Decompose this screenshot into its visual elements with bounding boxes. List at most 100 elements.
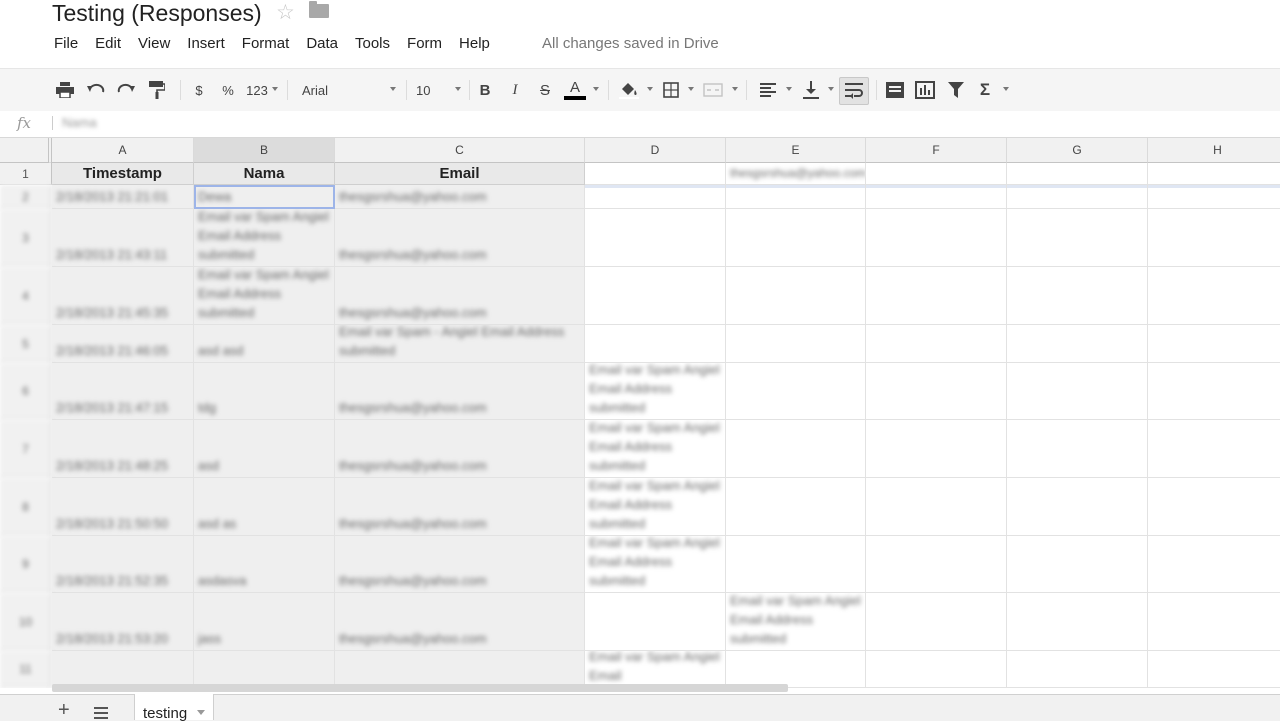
grid-cell[interactable] (726, 536, 866, 593)
horizontal-scrollbar[interactable] (52, 684, 788, 692)
column-header-a[interactable]: A (52, 138, 194, 163)
grid-cell[interactable] (726, 651, 866, 688)
grid-cell[interactable] (52, 651, 194, 688)
chevron-down-icon[interactable] (197, 710, 205, 715)
grid-cell[interactable]: Email var Spam Angiel Email Address subm… (585, 363, 726, 420)
grid-cell[interactable] (1007, 363, 1148, 420)
grid-cell[interactable] (866, 651, 1007, 688)
folder-icon[interactable] (309, 1, 329, 18)
grid-cell[interactable] (335, 651, 585, 688)
grid-cell[interactable] (726, 209, 866, 267)
row-header[interactable]: 8 (0, 478, 52, 536)
grid-cell[interactable] (194, 651, 335, 688)
grid-cell[interactable]: Email var Spam - Angiel Email Address su… (335, 325, 585, 363)
grid-cell[interactable] (726, 363, 866, 420)
grid-cell[interactable] (1007, 325, 1148, 363)
grid-cell[interactable]: asd asd (194, 325, 335, 363)
row-header[interactable]: 7 (0, 420, 52, 478)
select-all-corner[interactable] (0, 138, 52, 163)
grid-cell[interactable]: Email var Spam Angiel Email Address subm… (726, 593, 866, 651)
bold-button[interactable]: B (476, 79, 494, 101)
menu-tools[interactable]: Tools (355, 35, 390, 55)
grid-cell[interactable]: jass (194, 593, 335, 651)
font-family-select[interactable]: Arial (302, 79, 382, 101)
valign-bottom-icon[interactable] (801, 79, 821, 101)
menu-view[interactable]: View (138, 35, 170, 55)
grid-cell[interactable]: asd as (194, 478, 335, 536)
grid-cell[interactable] (1148, 593, 1280, 651)
wrap-text-icon[interactable] (839, 77, 869, 105)
grid-cell[interactable]: 2/18/2013 21:21:01 (52, 185, 194, 209)
grid-cell[interactable] (866, 185, 1007, 209)
grid-cell[interactable] (585, 593, 726, 651)
row-header[interactable]: 9 (0, 536, 52, 593)
header-cell-a[interactable]: Timestamp (52, 163, 194, 185)
header-cell-c[interactable]: Email (335, 163, 585, 185)
row-header[interactable]: 5 (0, 325, 52, 363)
grid-cell[interactable]: 2/18/2013 21:50:50 (52, 478, 194, 536)
grid-cell[interactable]: thesgsrshua@yahoo.com (335, 209, 585, 267)
grid-cell[interactable]: Email var Spam Angiel Email Address subm… (194, 267, 335, 325)
grid-cell[interactable] (1007, 185, 1148, 209)
grid-cell[interactable]: asdasva (194, 536, 335, 593)
document-title[interactable]: Testing (Responses) (52, 0, 262, 27)
grid-cell[interactable]: thesgsrshua@yahoo.com (335, 185, 585, 209)
grid-cell[interactable] (866, 420, 1007, 478)
grid-cell[interactable]: 2/18/2013 21:52:35 (52, 536, 194, 593)
row-header[interactable]: 10 (0, 593, 52, 651)
formula-input[interactable]: Nama (62, 115, 97, 130)
grid-cell[interactable] (1148, 536, 1280, 593)
grid-cell[interactable] (1148, 651, 1280, 688)
grid-cell[interactable]: thesgsrshua@yahoo.com (335, 536, 585, 593)
grid-cell[interactable] (1007, 536, 1148, 593)
percent-format-button[interactable]: % (219, 79, 237, 101)
comment-icon[interactable] (885, 79, 905, 101)
grid-cell[interactable] (1148, 185, 1280, 209)
more-formats-button[interactable]: 123 (244, 79, 270, 101)
strikethrough-button[interactable]: S (536, 79, 554, 101)
undo-icon[interactable] (86, 79, 106, 101)
grid-cell[interactable] (866, 363, 1007, 420)
header-cell-b[interactable]: Nama (194, 163, 335, 185)
grid-cell[interactable]: thesgsrshua@yahoo.com (335, 478, 585, 536)
menu-form[interactable]: Form (407, 35, 442, 55)
fill-color-icon[interactable] (618, 79, 640, 101)
grid-cell[interactable] (585, 325, 726, 363)
column-header-d[interactable]: D (585, 138, 726, 163)
grid-cell[interactable]: 2/18/2013 21:43:11 (52, 209, 194, 267)
sigma-icon[interactable]: Σ (975, 79, 995, 101)
grid-cell[interactable]: 2/18/2013 21:53:20 (52, 593, 194, 651)
grid-cell[interactable] (726, 325, 866, 363)
print-icon[interactable] (55, 79, 75, 101)
grid-cell[interactable] (866, 593, 1007, 651)
active-cell[interactable] (194, 185, 335, 209)
grid-cell[interactable] (1007, 420, 1148, 478)
grid-cell[interactable] (585, 267, 726, 325)
column-header-e[interactable]: E (726, 138, 866, 163)
grid-cell[interactable] (1007, 209, 1148, 267)
grid-cell[interactable] (726, 185, 866, 209)
column-header-g[interactable]: G (1007, 138, 1148, 163)
grid-cell[interactable] (866, 536, 1007, 593)
menu-data[interactable]: Data (306, 35, 338, 55)
grid-cell[interactable]: Email var Spam Angiel Email Address subm… (585, 478, 726, 536)
grid-cell[interactable]: 2/18/2013 21:45:35 (52, 267, 194, 325)
grid-cell[interactable] (866, 209, 1007, 267)
cell[interactable]: thesgsrshua@yahoo.com (726, 163, 866, 185)
column-header-h[interactable]: H (1148, 138, 1280, 163)
borders-icon[interactable] (661, 79, 681, 101)
grid-cell[interactable] (866, 478, 1007, 536)
grid-cell[interactable] (1148, 420, 1280, 478)
cell[interactable] (585, 163, 726, 185)
cell[interactable] (1007, 163, 1148, 185)
menu-format[interactable]: Format (242, 35, 290, 55)
grid-cell[interactable]: 2/18/2013 21:48:25 (52, 420, 194, 478)
grid-cell[interactable] (1007, 651, 1148, 688)
menu-edit[interactable]: Edit (95, 35, 121, 55)
merge-icon[interactable] (702, 79, 724, 101)
grid-cell[interactable] (866, 325, 1007, 363)
grid-cell[interactable]: Email var Spam Angiel Email (585, 651, 726, 688)
grid-cell[interactable] (1148, 209, 1280, 267)
grid-cell[interactable]: thesgsrshua@yahoo.com (335, 363, 585, 420)
grid-cell[interactable] (1007, 267, 1148, 325)
